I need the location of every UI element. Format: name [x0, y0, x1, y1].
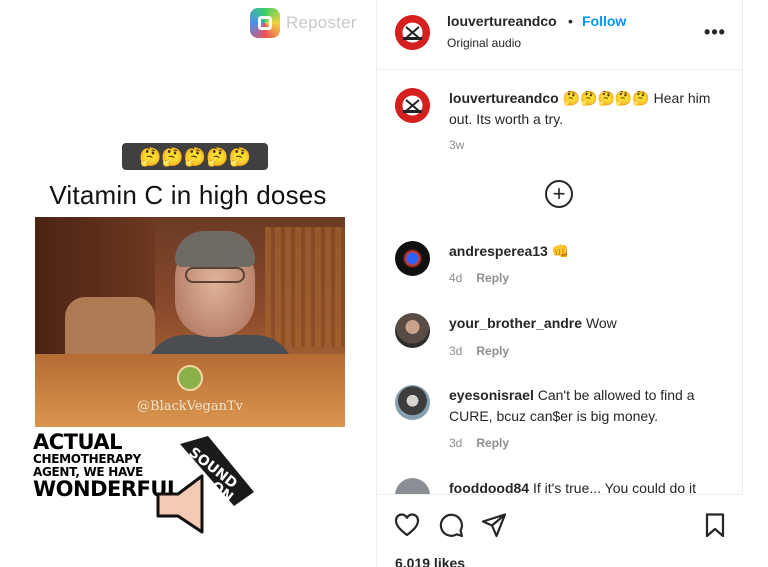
reposter-logo-icon: [250, 8, 280, 38]
media-caption-title: Vitamin C in high doses: [49, 180, 327, 210]
comment-username[interactable]: andresperea13: [449, 243, 548, 259]
comment-meta: 3d Reply: [449, 344, 509, 358]
brand-logo-icon: [395, 15, 430, 50]
comment-body: andresperea13 👊: [449, 241, 719, 262]
reply-button[interactable]: Reply: [476, 436, 509, 450]
comment-body: your_brother_andre Wow: [449, 313, 719, 334]
separator-dot: •: [568, 13, 573, 29]
commenter-avatar[interactable]: [395, 313, 430, 348]
post-actions-bar: 6,019 likes: [377, 494, 744, 567]
commenter-avatar[interactable]: [395, 385, 430, 420]
author-avatar[interactable]: [395, 15, 430, 50]
bookmark-icon[interactable]: [701, 511, 729, 539]
audio-label[interactable]: Original audio: [447, 36, 521, 50]
comment-text: 👊: [551, 243, 570, 259]
comment-time[interactable]: 3d: [449, 344, 462, 358]
author-username[interactable]: louvertureandco: [447, 13, 557, 29]
caption-avatar[interactable]: [395, 88, 430, 123]
comment-body: fooddood84 If it's true... You could do …: [449, 478, 719, 494]
commenter-avatar[interactable]: [395, 478, 430, 494]
video-speaker-glasses: [185, 267, 245, 283]
video-blinds: [265, 227, 345, 347]
caption-username[interactable]: louvertureandco: [449, 90, 559, 106]
heart-icon[interactable]: [393, 511, 421, 539]
comment-time[interactable]: 4d: [449, 271, 462, 285]
post-media[interactable]: Reposter 🤔🤔🤔🤔🤔 Vitamin C in high doses @…: [0, 0, 376, 567]
emoji-banner: 🤔🤔🤔🤔🤔: [122, 143, 268, 170]
caption-body: louvertureandco 🤔🤔🤔🤔🤔 Hear him out. Its …: [449, 88, 719, 130]
speaker-icon: [156, 474, 204, 534]
plant-logo-icon: [177, 365, 203, 391]
video-speaker-hair: [175, 231, 255, 267]
commenter-avatar[interactable]: [395, 241, 430, 276]
reposter-watermark: Reposter: [250, 8, 357, 38]
caption-time[interactable]: 3w: [449, 138, 464, 152]
post-sidebar: louvertureandco • Follow Original audio …: [376, 0, 744, 567]
reposter-label: Reposter: [286, 13, 357, 32]
comment-username[interactable]: your_brother_andre: [449, 315, 582, 331]
video-frame[interactable]: @BlackVeganTv: [35, 217, 345, 427]
comment-username[interactable]: fooddood84: [449, 480, 529, 494]
comment-time[interactable]: 3d: [449, 436, 462, 450]
sound-on-sticker: SOUND ON: [156, 436, 254, 534]
caption-emojis: 🤔🤔🤔🤔🤔: [562, 90, 650, 106]
brand-logo-icon: [395, 88, 430, 123]
comment-text: If it's true... You could do it: [533, 480, 696, 494]
comment-text: Wow: [585, 315, 617, 331]
comment-meta: 3d Reply: [449, 436, 509, 450]
caption-meta: 3w: [449, 138, 464, 152]
likes-count[interactable]: 6,019 likes: [395, 555, 465, 567]
comment-username[interactable]: eyesonisrael: [449, 387, 534, 403]
comment-icon[interactable]: [437, 511, 465, 539]
reply-button[interactable]: Reply: [476, 271, 509, 285]
load-more-comments-button[interactable]: +: [545, 180, 573, 208]
video-watermark: @BlackVeganTv: [137, 399, 243, 414]
comment-item: fooddood84 If it's true... You could do …: [377, 478, 744, 494]
share-icon[interactable]: [480, 511, 508, 539]
follow-button[interactable]: Follow: [582, 13, 626, 29]
comment-body: eyesonisrael Can't be allowed to find a …: [449, 385, 719, 427]
reply-button[interactable]: Reply: [476, 344, 509, 358]
page-gutter: [743, 0, 768, 567]
more-options-icon[interactable]: •••: [703, 20, 727, 44]
post-header: louvertureandco • Follow Original audio …: [377, 0, 744, 70]
comment-meta: 4d Reply: [449, 271, 509, 285]
